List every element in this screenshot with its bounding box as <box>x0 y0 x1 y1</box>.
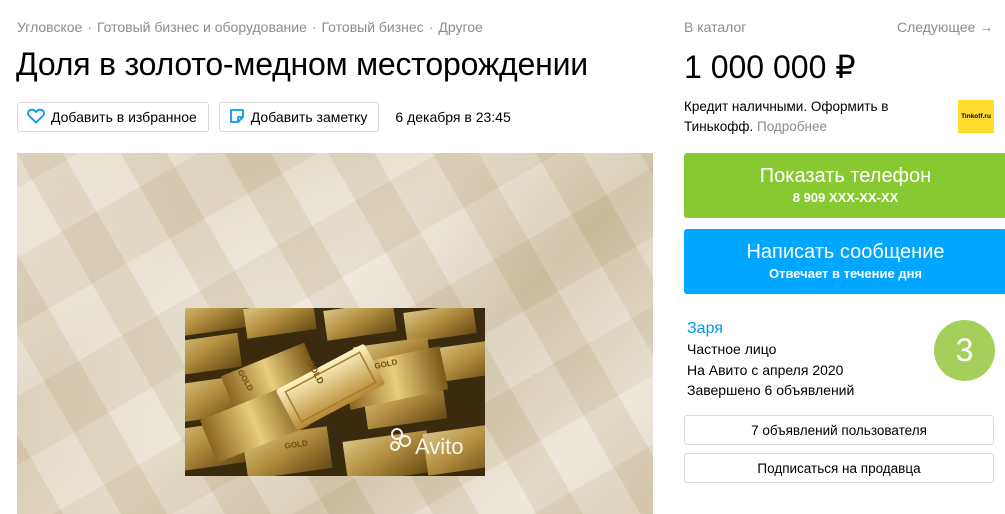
subscribe-seller-button[interactable]: Подписаться на продавца <box>684 453 994 483</box>
add-note-label: Добавить заметку <box>250 109 368 125</box>
seller-completed: Завершено 6 объявлений <box>687 382 855 398</box>
send-message-button[interactable]: Написать сообщение Отвечает в течение дн… <box>684 229 1005 294</box>
page-title: Доля в золото-медном месторождении <box>16 46 588 82</box>
credit-offer: Кредит наличными. Оформить в Тинькофф. П… <box>684 97 924 137</box>
seller-avatar-text: 3 <box>955 332 974 368</box>
phone-number-masked: 8 909 XXX-XX-XX <box>792 190 899 205</box>
seller-avatar[interactable]: 3 <box>934 320 995 381</box>
tinkoff-logo-text: Tinkoff.ru <box>961 113 991 120</box>
publish-date: 6 декабря в 23:45 <box>395 109 511 125</box>
watermark-text: Avito <box>415 434 464 459</box>
seller-name-link[interactable]: Заря <box>687 319 854 339</box>
seller-listings-label: 7 объявлений пользователя <box>751 422 927 438</box>
add-to-favorites-label: Добавить в избранное <box>51 109 197 125</box>
add-to-favorites-button[interactable]: Добавить в избранное <box>17 102 209 132</box>
breadcrumb-item-business-equipment[interactable]: Готовый бизнес и оборудование <box>97 19 307 35</box>
listing-actions: Добавить в избранное Добавить заметку 6 … <box>17 102 511 132</box>
seller-listings-button[interactable]: 7 объявлений пользователя <box>684 415 994 445</box>
listing-photo[interactable]: GOLD GOLD GOLD GOLD Avito <box>185 308 485 476</box>
price: 1 000 000 ₽ <box>684 49 856 85</box>
subscribe-seller-label: Подписаться на продавца <box>757 460 921 476</box>
note-icon <box>229 108 251 127</box>
photo-gallery[interactable]: GOLD GOLD GOLD GOLD Avito <box>17 153 653 514</box>
breadcrumb-separator: · <box>311 19 317 35</box>
heart-icon <box>27 108 51 127</box>
breadcrumb-separator: · <box>428 19 434 35</box>
catalog-link[interactable]: В каталог <box>684 19 746 35</box>
breadcrumb-item-other[interactable]: Другое <box>438 19 482 35</box>
tinkoff-logo[interactable]: Tinkoff.ru <box>958 100 994 133</box>
breadcrumb-separator: · <box>87 19 92 35</box>
seller-info: Заря Частное лицо На Авито с апреля 2020… <box>687 319 854 401</box>
breadcrumb-item-location[interactable]: Угловское <box>17 19 82 35</box>
seller-since: На Авито с апреля 2020 <box>687 361 844 378</box>
response-time: Отвечает в течение дня <box>768 266 923 281</box>
show-phone-button[interactable]: Показать телефон 8 909 XXX-XX-XX <box>684 153 1005 218</box>
breadcrumb-item-ready-business[interactable]: Готовый бизнес <box>322 19 424 35</box>
next-listing-link[interactable]: Следующее → <box>897 19 993 35</box>
seller-type: Частное лицо <box>687 341 777 357</box>
show-phone-label: Показать телефон <box>759 165 932 187</box>
credit-more-link[interactable]: Подробнее <box>757 119 827 134</box>
breadcrumb: Угловское · Готовый бизнес и оборудование ·… <box>17 19 483 35</box>
add-note-button[interactable]: Добавить заметку <box>218 102 380 132</box>
send-message-label: Написать сообщение <box>746 241 945 263</box>
